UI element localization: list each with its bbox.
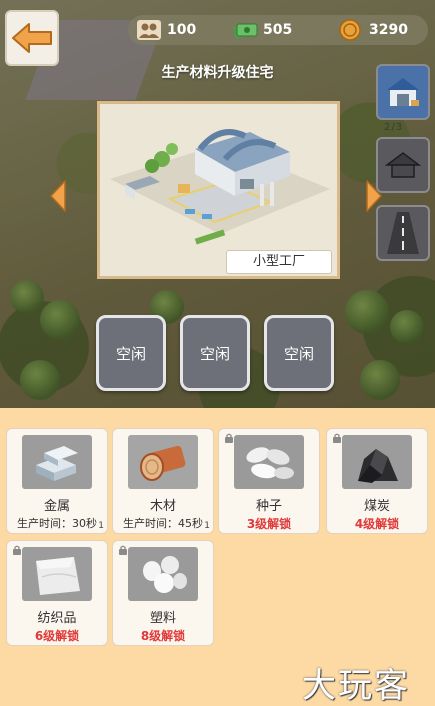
material-info: 生产时间：45秒 <box>123 517 203 530</box>
coin-value: 3290 <box>369 22 408 38</box>
production-slot-3[interactable]: 空闲 <box>264 315 334 391</box>
production-slot-1[interactable]: 空闲 <box>96 315 166 391</box>
tree-icon <box>10 280 44 314</box>
next-building-arrow-icon[interactable] <box>366 180 382 212</box>
material-pic <box>22 547 92 601</box>
tree-icon <box>390 310 424 344</box>
coal-icon <box>358 449 398 483</box>
lock-icon <box>225 433 233 443</box>
house-icon <box>384 152 422 178</box>
material-pic <box>22 435 92 489</box>
road-icon <box>387 212 419 254</box>
plastic-icon <box>143 556 187 593</box>
house-button[interactable] <box>376 137 430 193</box>
material-name: 纺织品 <box>37 611 77 626</box>
material-card-coal[interactable]: 煤炭 4级解锁 <box>326 428 428 534</box>
material-name: 塑料 <box>149 611 176 626</box>
building-name-label: 小型工厂 <box>226 250 332 274</box>
cash-counter: 505 <box>232 17 292 43</box>
cash-icon <box>233 23 258 39</box>
unlock-requirement: 8级解锁 <box>140 629 186 643</box>
production-slot-2[interactable]: 空闲 <box>180 315 250 391</box>
unlock-requirement: 6级解锁 <box>34 629 80 643</box>
material-name: 种子 <box>255 499 282 514</box>
tree-icon <box>40 300 80 340</box>
material-pic <box>342 435 412 489</box>
road-button[interactable] <box>376 205 430 261</box>
material-card-textile[interactable]: 纺织品 6级解锁 <box>6 540 108 646</box>
coin-icon <box>339 19 361 41</box>
wood-log-icon <box>140 445 186 481</box>
back-arrow-icon <box>12 23 52 53</box>
material-name: 金属 <box>43 499 70 514</box>
material-name: 木材 <box>149 499 176 514</box>
lock-icon <box>333 433 341 443</box>
tree-icon <box>345 290 389 334</box>
material-info: 生产时间：30秒 <box>17 517 97 530</box>
material-card-seeds[interactable]: 种子 3级解锁 <box>218 428 320 534</box>
material-pic <box>234 435 304 489</box>
lock-icon <box>119 545 127 555</box>
material-name: 煤炭 <box>363 499 390 514</box>
population-icon <box>137 20 161 40</box>
lock-icon <box>13 545 21 555</box>
cash-value: 505 <box>263 22 293 38</box>
watermark-logo: 大玩客 <box>302 666 410 706</box>
tree-icon <box>360 360 400 400</box>
material-pic <box>128 435 198 489</box>
side-progress-label: 2/3 <box>384 122 404 133</box>
material-pic <box>128 547 198 601</box>
warehouse-icon <box>387 78 419 106</box>
unlock-requirement: 3级解锁 <box>246 517 292 531</box>
back-button[interactable] <box>5 10 59 66</box>
population-value: 100 <box>167 22 197 38</box>
textile-icon <box>36 557 80 595</box>
population-counter: 100 <box>136 17 196 43</box>
material-card-wood[interactable]: 1 木材 生产时间：45秒 <box>112 428 214 534</box>
tree-icon <box>20 360 60 400</box>
material-card-plastic[interactable]: 塑料 8级解锁 <box>112 540 214 646</box>
coin-counter: 3290 <box>338 17 408 43</box>
prev-building-arrow-icon[interactable] <box>50 180 66 212</box>
unlock-requirement: 4级解锁 <box>354 517 400 531</box>
warehouse-button[interactable] <box>376 64 430 120</box>
metal-ingot-icon <box>36 446 78 481</box>
seeds-icon <box>246 447 294 479</box>
dialog-title: 生产材料升级住宅 <box>161 65 274 81</box>
material-card-metal[interactable]: 1 金属 生产时间：30秒 <box>6 428 108 534</box>
